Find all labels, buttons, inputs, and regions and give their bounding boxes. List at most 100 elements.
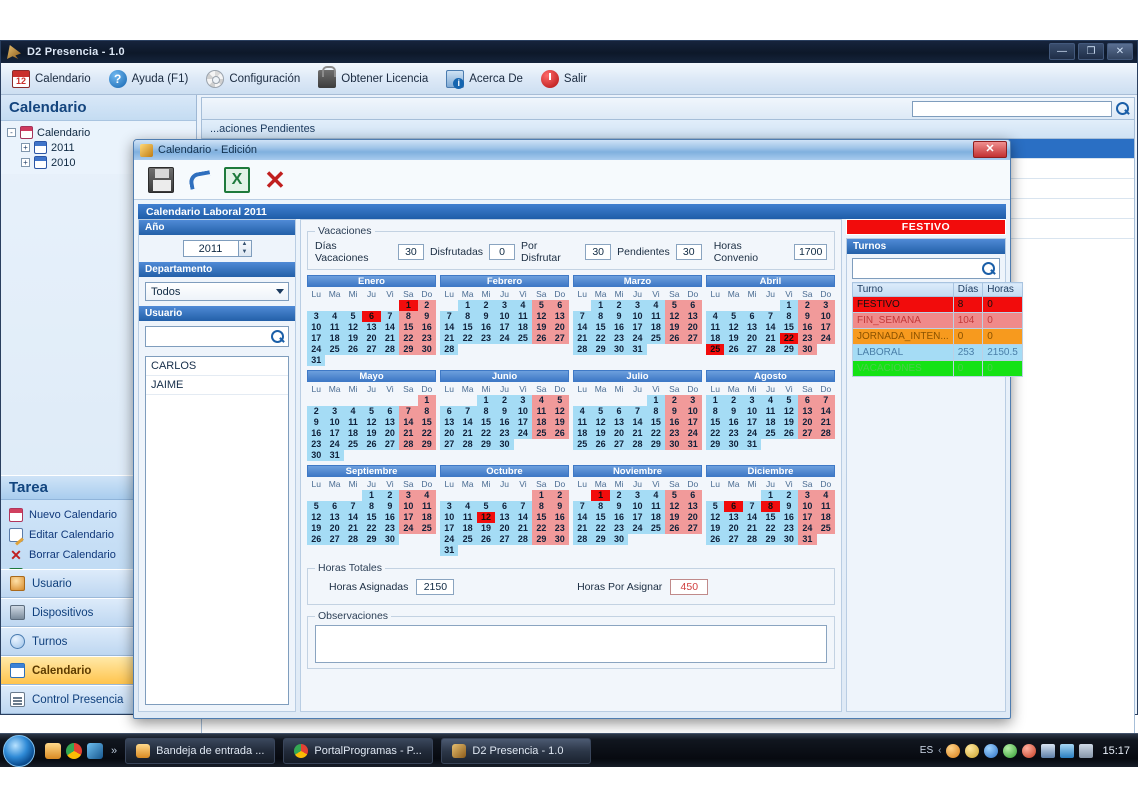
calendar-day-cell[interactable]: 17	[628, 512, 647, 523]
tray-icon-network[interactable]	[1060, 743, 1075, 758]
turnos-table-row[interactable]: FESTIVO 8 0	[852, 296, 1023, 313]
toolbar-button-calendario[interactable]: Calendario	[7, 66, 100, 92]
calendar-day-cell[interactable]: 30	[550, 534, 569, 545]
calendar-day-cell[interactable]: 6	[609, 406, 629, 417]
calendar-day-cell[interactable]: 18	[761, 417, 780, 428]
calendar-day-cell[interactable]: 21	[628, 428, 647, 439]
calendar-day-cell[interactable]: 29	[779, 344, 799, 355]
horas-por-asignar-value[interactable]: 450	[670, 579, 709, 595]
pendientes-value[interactable]: 30	[675, 244, 702, 260]
calendar-day-cell[interactable]: 8	[476, 406, 496, 417]
calendar-day-cell[interactable]: 25	[343, 439, 363, 450]
calendar-day-cell[interactable]: 26	[724, 344, 743, 355]
calendar-day-cell[interactable]: 6	[724, 501, 743, 512]
calendar-day-cell[interactable]: 31	[742, 439, 762, 450]
calendar-day-cell[interactable]: 2	[779, 490, 799, 501]
disfrutadas-value[interactable]: 0	[489, 244, 516, 260]
calendar-day-cell[interactable]: 1	[476, 395, 496, 406]
calendar-day-cell[interactable]: 21	[573, 523, 592, 534]
calendar-day-cell[interactable]: 28	[380, 344, 400, 355]
calendar-day-cell[interactable]: 12	[724, 322, 743, 333]
calendar-day-cell[interactable]: 28	[458, 439, 477, 450]
calendar-day-cell[interactable]: 20	[683, 322, 702, 333]
calendar-day-cell[interactable]: 11	[417, 501, 436, 512]
observaciones-textarea[interactable]	[315, 625, 827, 663]
calendar-day-cell[interactable]: 30	[307, 450, 326, 461]
calendar-day-cell[interactable]: 14	[380, 322, 400, 333]
calendar-day-cell[interactable]: 14	[816, 406, 835, 417]
calendar-day-cell[interactable]: 4	[706, 311, 725, 322]
calendar-day-cell[interactable]: 18	[646, 512, 666, 523]
calendar-day-cell[interactable]: 17	[399, 512, 418, 523]
calendar-day-cell[interactable]: 22	[362, 523, 381, 534]
calendar-day-cell[interactable]: 25	[646, 523, 666, 534]
calendar-day-cell[interactable]: 26	[343, 344, 363, 355]
turnos-search-input[interactable]	[852, 258, 1000, 279]
horas-convenio-value[interactable]: 1700	[793, 244, 827, 260]
calendar-day-cell[interactable]: 4	[646, 490, 666, 501]
calendar-day-cell[interactable]: 19	[706, 523, 725, 534]
calendar-day-cell[interactable]: 1	[458, 300, 477, 311]
calendar-day-cell[interactable]: 27	[742, 344, 762, 355]
calendar-day-cell[interactable]: 20	[495, 523, 514, 534]
calendar-day-cell[interactable]: 10	[307, 322, 326, 333]
calendar-day-cell[interactable]: 10	[628, 311, 647, 322]
calendar-day-cell[interactable]: 13	[683, 311, 702, 322]
toolbar-button-obtener-licencia[interactable]: Obtener Licencia	[313, 65, 437, 92]
calendar-day-cell[interactable]: 22	[476, 428, 496, 439]
calendar-day-cell[interactable]: 5	[665, 300, 684, 311]
calendar-day-cell[interactable]: 28	[343, 534, 363, 545]
calendar-day-cell[interactable]: 24	[307, 344, 326, 355]
calendar-day-cell[interactable]: 17	[495, 322, 514, 333]
calendar-day-cell[interactable]: 3	[683, 395, 702, 406]
toolbar-button-configuracion[interactable]: Configuración	[201, 66, 309, 92]
calendar-day-cell[interactable]: 30	[724, 439, 743, 450]
toolbar-button-salir[interactable]: Salir	[536, 66, 596, 92]
calendar-day-cell[interactable]: 9	[380, 501, 400, 512]
start-button-icon[interactable]	[3, 734, 35, 767]
calendar-day-cell[interactable]: 14	[513, 512, 533, 523]
calendar-day-cell[interactable]: 15	[362, 512, 381, 523]
calendar-day-cell[interactable]: 17	[816, 322, 835, 333]
calendar-day-cell[interactable]: 21	[399, 428, 418, 439]
calendar-day-cell[interactable]: 12	[591, 417, 610, 428]
calendar-day-cell[interactable]: 18	[343, 428, 363, 439]
calendar-day-cell[interactable]: 17	[440, 523, 459, 534]
calendar-day-cell[interactable]: 13	[683, 501, 702, 512]
calendar-day-cell[interactable]: 16	[417, 322, 436, 333]
calendar-day-cell[interactable]: 3	[816, 300, 835, 311]
calendar-day-cell[interactable]: 21	[742, 523, 762, 534]
calendar-day-cell[interactable]: 25	[532, 428, 551, 439]
calendar-day-cell[interactable]: 29	[591, 534, 610, 545]
calendar-day-cell[interactable]: 26	[779, 428, 799, 439]
calendar-day-cell[interactable]: 8	[591, 311, 610, 322]
calendar-day-cell[interactable]: 7	[343, 501, 363, 512]
calendar-day-cell[interactable]: 10	[742, 406, 762, 417]
calendar-day-cell[interactable]: 3	[742, 395, 762, 406]
calendar-day-cell[interactable]: 23	[550, 523, 569, 534]
calendar-day-cell[interactable]: 13	[440, 417, 459, 428]
calendar-day-cell[interactable]: 22	[458, 333, 477, 344]
calendar-day-cell[interactable]: 7	[761, 311, 780, 322]
calendar-day-cell[interactable]: 19	[476, 523, 496, 534]
calendar-day-cell[interactable]: 22	[706, 428, 725, 439]
turnos-column-header[interactable]: Horas	[982, 282, 1023, 297]
calendar-day-cell[interactable]: 29	[417, 439, 436, 450]
calendar-day-cell[interactable]: 8	[646, 406, 666, 417]
calendar-day-cell[interactable]: 25	[573, 439, 592, 450]
calendar-day-cell[interactable]: 1	[399, 300, 418, 311]
calendar-day-cell[interactable]: 23	[609, 523, 629, 534]
calendar-day-cell[interactable]: 5	[665, 490, 684, 501]
calendar-day-cell[interactable]: 25	[513, 333, 533, 344]
calendar-day-cell[interactable]: 10	[798, 501, 817, 512]
calendar-day-cell[interactable]: 1	[591, 300, 610, 311]
calendar-day-cell[interactable]: 16	[380, 512, 400, 523]
calendar-day-cell[interactable]: 9	[609, 501, 629, 512]
calendar-day-cell[interactable]: 27	[724, 534, 743, 545]
calendar-day-cell[interactable]: 27	[683, 523, 702, 534]
calendar-day-cell[interactable]: 3	[628, 300, 647, 311]
calendar-day-cell[interactable]: 28	[761, 344, 780, 355]
tray-icon-printer[interactable]	[1041, 743, 1056, 758]
calendar-day-cell[interactable]: 20	[798, 417, 817, 428]
calendar-day-cell[interactable]: 5	[362, 406, 381, 417]
